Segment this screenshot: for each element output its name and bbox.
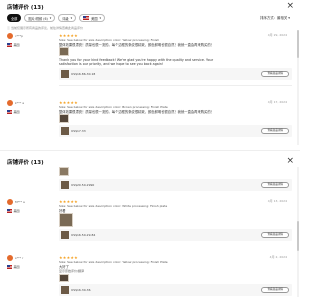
us-flag-icon [7,265,12,269]
product-card: US$16.50-29.84 查看商品详情 [59,229,292,241]
product-thumbnail [61,181,69,189]
variant-info: Size: See below for size description col… [59,260,168,264]
reviewer-name: k*** a [15,101,25,105]
reviews-modal-top: 店铺评价 (13) × 全部 图片/视频 (6) ▾ 评级 ▾ 美国 ▾ 排序方式：最… [0,0,300,150]
reviewer-country: 美国 [7,110,20,114]
reviewer-country: 美国 [7,265,20,269]
review-photo[interactable] [59,213,73,227]
country-label: 美国 [13,265,20,269]
reviewer-name: s*** r [15,256,24,260]
product-card: US$16.30-36 查看商品详情 [59,284,292,296]
review-date: 4月 13, 2024 [267,199,287,203]
avatar [7,100,13,106]
review-photo[interactable] [59,47,69,56]
product-price: US$16.30-36 [71,288,91,292]
reviewer-name: M*** a [15,200,25,204]
scrollbar-thumb[interactable] [297,221,299,251]
filter-chip-country[interactable]: 美国 ▾ [79,14,106,22]
product-card: US$20.50-2990 查看商品详情 [59,179,292,191]
filter-label: 图片/视频 (6) [28,16,48,21]
product-card: US$17.33 查看商品详情 [59,125,292,137]
review-photo[interactable] [59,167,69,176]
view-product-button[interactable]: 查看商品详情 [261,128,289,134]
filter-chip-rating[interactable]: 评级 ▾ [58,14,77,22]
review-date: 4月 17, 2024 [267,100,287,104]
product-thumbnail [61,286,69,294]
review-item: c***p 美国 ★★★★★ 4月 29, 2024 Size: See bel… [7,33,292,88]
country-label: 美国 [13,110,20,114]
view-product-button[interactable]: 查看商品详情 [261,287,289,293]
view-product-button[interactable]: 查看商品详情 [261,232,289,238]
country-label: 美国 [13,209,20,213]
avatar [7,33,13,39]
product-price: US$16.86-30.18 [71,72,96,76]
filter-chip-all[interactable]: 全部 [7,14,22,22]
show-original-link[interactable]: 显示原始评价/翻译 [59,269,84,273]
review-item: US$20.50-2990 查看商品详情 [7,167,292,191]
close-icon[interactable]: × [286,157,294,166]
reviewer-country: 美国 [7,209,20,213]
review-photo[interactable] [59,274,69,282]
us-flag-icon [7,43,12,47]
modal-title: 店铺评价 (13) [7,160,44,166]
us-flag-icon [7,110,12,114]
us-flag-icon [83,16,90,20]
view-product-button[interactable]: 查看商品详情 [261,71,289,77]
variant-info: Size: See below for size description col… [59,204,168,208]
review-text: 整体效果很漂亮！质量也很一流的。每个边框的条纹很精致，颜色鲜明也很自然！我就一直… [59,110,214,114]
review-photo[interactable] [59,114,69,123]
sort-dropdown[interactable]: 排序方式：最相关 ▾ [260,15,290,20]
country-label: 美国 [13,43,20,47]
chevron-down-icon: ▾ [99,16,102,20]
product-thumbnail [61,231,69,239]
filter-label: 评级 [62,16,69,21]
product-price: US$16.50-29.84 [71,233,96,237]
filter-chip-media[interactable]: 图片/视频 (6) ▾ [24,14,56,22]
review-date: 4月 2, 2024 [269,255,287,259]
product-price: US$17.33 [71,129,86,133]
review-date: 4月 29, 2024 [267,33,287,37]
divider [59,85,292,86]
info-note: ⓘ 当前仅展示所有商品的评论，前往详情查看此商品评价 [7,26,83,30]
product-card: US$16.86-30.18 查看商品详情 [59,68,292,80]
chevron-down-icon: ▾ [70,16,73,20]
product-price: US$20.50-2990 [71,183,95,187]
reviews-modal-bottom: 店铺评价 (13) × US$20.50-2990 查看商品详情 M*** a … [0,150,300,300]
filter-bar: 全部 图片/视频 (6) ▾ 评级 ▾ 美国 ▾ [7,13,106,23]
review-item: M*** a 美国 ★★★★★ 4月 13, 2024 Size: See be… [7,199,292,245]
view-product-button[interactable]: 查看商品详情 [261,182,289,188]
us-flag-icon [7,209,12,213]
reviewer-country: 美国 [7,43,20,47]
seller-reply-cont: satisfaction is our priority, and we hop… [59,62,164,66]
product-thumbnail [61,127,69,135]
avatar [7,255,13,261]
filter-label: 美国 [91,16,98,21]
close-icon[interactable]: × [286,2,294,11]
avatar [7,199,13,205]
modal-title: 店铺评价 (13) [7,5,44,11]
scrollbar-thumb[interactable] [297,30,299,58]
product-thumbnail [61,70,69,78]
review-text: 整体效果很漂亮！质量也很一流的。每个边框的条纹很精致，颜色鲜明也很自然！我就一直… [59,43,214,47]
review-item: k*** a 美国 ★★★★★ 4月 17, 2024 Size: See be… [7,100,292,145]
review-item: s*** r 美国 ★★★★★ 4月 2, 2024 Size: See bel… [7,255,292,299]
filter-label: 全部 [11,16,18,21]
reviewer-name: c***p [15,34,24,38]
chevron-down-icon: ▾ [49,16,52,20]
